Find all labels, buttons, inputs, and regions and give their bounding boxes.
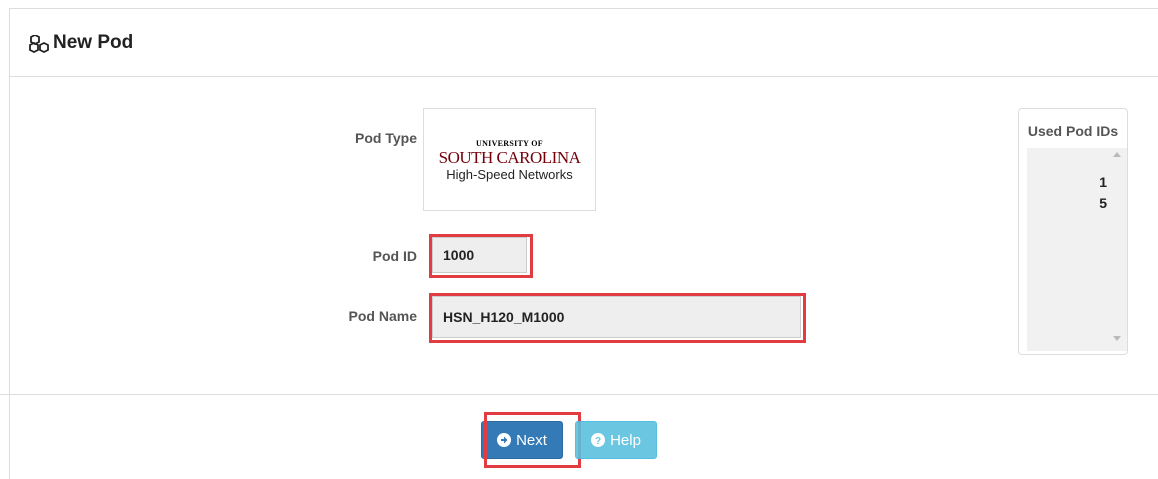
pod-type-selector[interactable]: UNIVERSITY OF SOUTH CAROLINA High-Speed … [423,108,596,211]
used-pod-ids-panel: Used Pod IDs 1 5 [1018,108,1128,355]
scroll-up-arrow-icon[interactable] [1113,152,1121,157]
logo-university-text: UNIVERSITY OF [476,139,543,148]
cubes-icon [29,35,49,53]
next-button-highlight [484,412,581,468]
pod-id-label: Pod ID [372,248,417,264]
used-pod-id-item: 1 [1099,174,1107,190]
svg-text:?: ? [595,436,601,447]
panel-header: New Pod [10,9,1158,77]
logo-south-carolina-text: SOUTH CAROLINA [438,148,581,167]
scroll-down-arrow-icon[interactable] [1113,336,1121,341]
help-button-label: Help [610,431,641,449]
help-button[interactable]: ? Help [575,421,657,459]
used-pod-ids-list[interactable]: 1 5 [1027,148,1127,351]
question-circle-icon: ? [591,433,606,447]
logo-hsn-text: High-Speed Networks [446,167,573,182]
pod-name-highlight [429,293,806,343]
pod-id-highlight [429,234,533,278]
page-title: New Pod [53,32,134,53]
used-pod-ids-title: Used Pod IDs [1027,123,1119,139]
pod-type-label: Pod Type [355,130,417,146]
pod-name-label: Pod Name [348,308,417,324]
used-pod-id-item: 5 [1099,195,1107,211]
